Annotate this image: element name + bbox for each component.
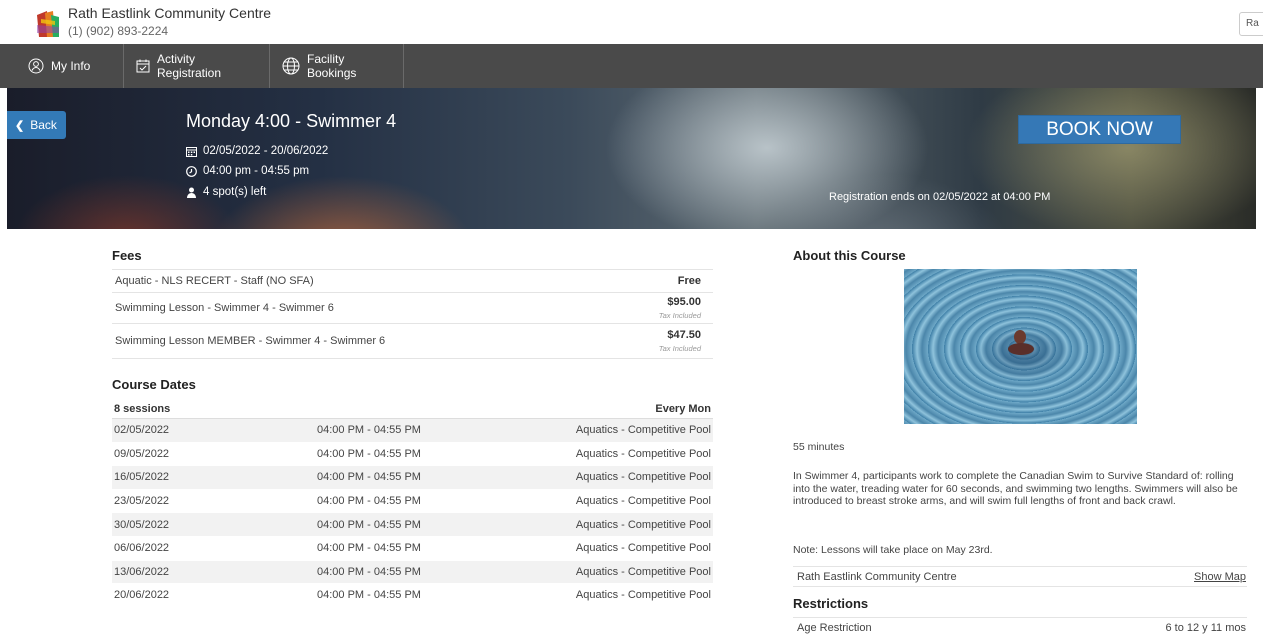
course-time-range: 04:00 pm - 04:55 pm xyxy=(186,165,309,177)
fee-price: $95.00 xyxy=(667,296,701,308)
date-row: 23/05/2022 04:00 PM - 04:55 PM Aquatics - … xyxy=(112,490,713,514)
fee-price-block: $95.00 Tax Included xyxy=(659,296,701,320)
date-row: 16/05/2022 04:00 PM - 04:55 PM Aquatics - … xyxy=(112,466,713,490)
session-date: 06/06/2022 xyxy=(114,542,170,555)
age-restriction-row: Age Restriction 6 to 12 y 11 mos xyxy=(793,617,1247,634)
date-row: 06/06/2022 04:00 PM - 04:55 PM Aquatics - … xyxy=(112,537,713,561)
spots-text: 4 spot(s) left xyxy=(203,186,267,198)
spots-left: 4 spot(s) left xyxy=(186,186,266,198)
sessions-count: 8 sessions xyxy=(114,403,171,415)
session-location: Aquatics - Competitive Pool xyxy=(575,565,711,578)
session-location: Aquatics - Competitive Pool xyxy=(575,518,711,531)
session-location: Aquatics - Competitive Pool xyxy=(575,495,711,508)
top-header: Rath Eastlink Community Centre (1) (902)… xyxy=(0,0,1263,44)
main-nav: My Info Activity Registration Facility B… xyxy=(0,44,1263,88)
centre-logo xyxy=(37,11,59,37)
nav-facility-bookings[interactable]: Facility Bookings xyxy=(270,44,404,88)
location-name: Rath Eastlink Community Centre xyxy=(797,570,957,583)
course-dates-heading: Course Dates xyxy=(112,377,196,392)
fee-price: $47.50 xyxy=(667,329,701,341)
calendar-check-icon xyxy=(136,59,150,73)
org-phone: (1) (902) 893-2224 xyxy=(68,24,169,38)
fee-row: Swimming Lesson - Swimmer 4 - Swimmer 6 … xyxy=(112,292,713,323)
user-menu-button[interactable]: Ra xyxy=(1239,12,1263,36)
globe-icon xyxy=(282,57,300,75)
session-date: 13/06/2022 xyxy=(114,565,170,578)
nav-activity-registration[interactable]: Activity Registration xyxy=(124,44,270,88)
back-label: Back xyxy=(30,118,57,132)
session-time: 04:00 PM - 04:55 PM xyxy=(317,589,421,602)
session-time: 04:00 PM - 04:55 PM xyxy=(317,424,421,437)
session-date: 16/05/2022 xyxy=(114,471,170,484)
date-range-text: 02/05/2022 - 20/06/2022 xyxy=(203,145,329,157)
location-row: Rath Eastlink Community Centre Show Map xyxy=(793,566,1247,587)
fee-price-block: $47.50 Tax Included xyxy=(659,329,701,353)
swimmer-body xyxy=(1008,343,1034,355)
session-date: 20/06/2022 xyxy=(114,589,170,602)
course-duration: 55 minutes xyxy=(793,441,845,453)
session-location: Aquatics - Competitive Pool xyxy=(575,447,711,460)
course-date-range: 02/05/2022 - 20/06/2022 xyxy=(186,145,328,157)
fee-name: Swimming Lesson - Swimmer 4 - Swimmer 6 xyxy=(115,302,334,314)
nav-label: Activity Registration xyxy=(157,52,222,80)
chevron-left-icon: ❮ xyxy=(15,119,25,132)
fees-heading: Fees xyxy=(112,248,142,263)
date-row: 02/05/2022 04:00 PM - 04:55 PM Aquatics - … xyxy=(112,419,713,443)
book-now-button[interactable]: BOOK NOW xyxy=(1018,115,1181,144)
session-time: 04:00 PM - 04:55 PM xyxy=(317,447,421,460)
restriction-value: 6 to 12 y 11 mos xyxy=(1165,621,1246,634)
fee-price: Free xyxy=(677,275,701,287)
fee-row: Aquatic - NLS RECERT - Staff (NO SFA) Fr… xyxy=(112,269,713,292)
course-title: Monday 4:00 - Swimmer 4 xyxy=(186,111,397,131)
date-row: 09/05/2022 04:00 PM - 04:55 PM Aquatics - … xyxy=(112,443,713,467)
session-date: 02/05/2022 xyxy=(114,424,170,437)
time-range-text: 04:00 pm - 04:55 pm xyxy=(203,165,310,177)
session-date: 30/05/2022 xyxy=(114,518,170,531)
course-dates-table: 8 sessions Every Mon 02/05/2022 04:00 PM … xyxy=(112,400,713,608)
tax-note: Tax Included xyxy=(658,344,701,353)
date-row: 30/05/2022 04:00 PM - 04:55 PM Aquatics - … xyxy=(112,513,713,537)
nav-label: Facility Bookings xyxy=(307,52,357,80)
clock-icon xyxy=(186,165,198,177)
session-date: 23/05/2022 xyxy=(114,495,170,508)
swimmer-head xyxy=(1014,330,1026,344)
about-heading: About this Course xyxy=(793,248,906,263)
course-note: Note: Lessons will take place on May 23r… xyxy=(793,544,993,556)
session-frequency: Every Mon xyxy=(655,403,711,415)
restrictions-heading: Restrictions xyxy=(793,596,869,611)
session-location: Aquatics - Competitive Pool xyxy=(575,471,711,484)
fee-name: Swimming Lesson MEMBER - Swimmer 4 - Swi… xyxy=(115,335,386,347)
nav-label: My Info xyxy=(51,59,91,73)
date-row: 13/06/2022 04:00 PM - 04:55 PM Aquatics - … xyxy=(112,560,713,585)
back-button[interactable]: ❮ Back xyxy=(7,111,66,139)
tax-note: Tax Included xyxy=(658,311,701,320)
session-time: 04:00 PM - 04:55 PM xyxy=(317,542,421,555)
session-time: 04:00 PM - 04:55 PM xyxy=(317,565,421,578)
fee-name: Aquatic - NLS RECERT - Staff (NO SFA) xyxy=(115,275,314,287)
course-hero: ❮ Back Monday 4:00 - Swimmer 4 02/05/202… xyxy=(7,88,1256,229)
session-time: 04:00 PM - 04:55 PM xyxy=(317,518,421,531)
session-location: Aquatics - Competitive Pool xyxy=(575,542,711,555)
nav-my-info[interactable]: My Info xyxy=(0,44,124,88)
course-image xyxy=(904,269,1137,424)
date-rows: 02/05/2022 04:00 PM - 04:55 PM Aquatics - … xyxy=(112,419,713,608)
registration-ends: Registration ends on 02/05/2022 at 04:00… xyxy=(829,191,1051,203)
user-circle-icon xyxy=(28,58,44,74)
calendar-icon xyxy=(186,146,198,157)
session-time: 04:00 PM - 04:55 PM xyxy=(317,471,421,484)
show-map-link[interactable]: Show Map xyxy=(1194,571,1246,583)
session-location: Aquatics - Competitive Pool xyxy=(575,589,711,602)
course-description: In Swimmer 4, participants work to compl… xyxy=(793,470,1238,507)
person-icon xyxy=(186,187,198,198)
restriction-label: Age Restriction xyxy=(797,621,872,634)
session-time: 04:00 PM - 04:55 PM xyxy=(317,495,421,508)
fee-row: Swimming Lesson MEMBER - Swimmer 4 - Swi… xyxy=(112,323,713,359)
date-row: 20/06/2022 04:00 PM - 04:55 PM Aquatics - … xyxy=(112,584,713,608)
org-name: Rath Eastlink Community Centre xyxy=(68,5,272,21)
session-date: 09/05/2022 xyxy=(114,447,170,460)
fees-table: Aquatic - NLS RECERT - Staff (NO SFA) Fr… xyxy=(112,269,713,359)
dates-header: 8 sessions Every Mon xyxy=(112,400,713,419)
session-location: Aquatics - Competitive Pool xyxy=(575,424,711,437)
